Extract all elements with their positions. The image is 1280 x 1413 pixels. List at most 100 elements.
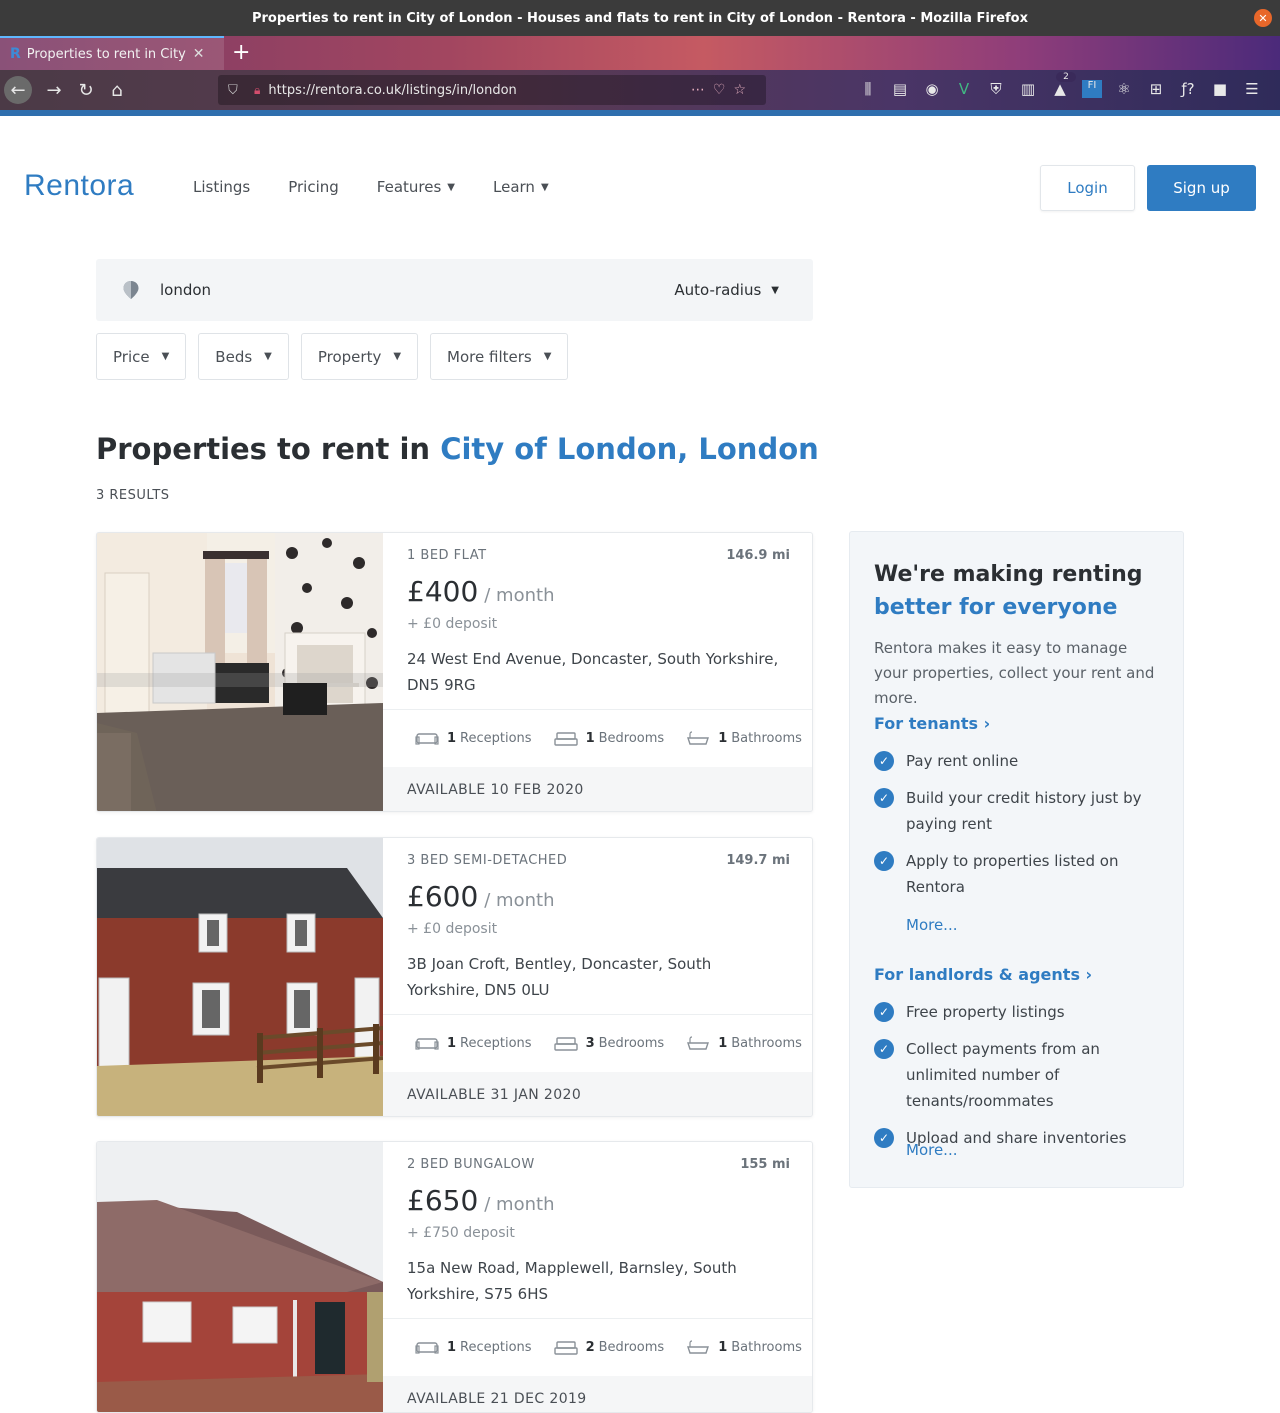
sidebar-icon[interactable]: ▤	[890, 80, 910, 98]
rentora-favicon-icon: R	[10, 46, 21, 62]
bathrooms: 1 Bathrooms	[686, 1339, 802, 1356]
distance: 155 mi	[740, 1157, 790, 1172]
address: 24 West End Avenue, Doncaster, South Yor…	[407, 650, 779, 694]
tab-close-icon[interactable]: ✕	[193, 46, 205, 62]
page-actions[interactable]: ⋯♡☆	[691, 82, 754, 98]
price-amount: £600	[407, 880, 479, 913]
availability-date: AVAILABLE 10 FEB 2020	[383, 767, 812, 811]
tenants-more-link[interactable]: More...	[906, 916, 958, 934]
bathrooms-label: Bathrooms	[731, 1036, 802, 1051]
address-bar[interactable]: ⛉ 🔒︎ https://rentora.co.uk/listings/in/l…	[218, 75, 766, 105]
property-type: 2 BED BUNGALOW	[407, 1157, 535, 1172]
location-pin-icon	[123, 281, 139, 299]
listing-info: 1 BED FLAT 146.9 mi £400/ month + £0 dep…	[383, 533, 812, 811]
check-icon: ✓	[874, 751, 894, 771]
signup-button[interactable]: Sign up	[1147, 165, 1256, 211]
listing-photo-bungalow[interactable]	[97, 1142, 383, 1412]
nav-listings-label: Listings	[193, 178, 251, 196]
listing-photo-living-room[interactable]	[97, 533, 383, 811]
beds-filter-label: Beds	[215, 347, 253, 366]
bathrooms: 1 Bathrooms	[686, 730, 802, 747]
listing-card[interactable]: 3 BED SEMI-DETACHED 149.7 mi £600/ month…	[96, 837, 813, 1117]
bed-icon	[553, 731, 578, 746]
listing-photo-semi-detached[interactable]	[97, 838, 383, 1116]
listing-info: 2 BED BUNGALOW 155 mi £650/ month + £750…	[383, 1142, 812, 1412]
account-icon[interactable]: ◉	[922, 80, 942, 98]
location-search[interactable]: london Auto-radius ▼	[96, 259, 813, 321]
tenant-benefits: ✓ Pay rent online ✓ Build your credit hist…	[874, 748, 1164, 911]
vue-devtools-icon[interactable]: V	[954, 80, 974, 98]
forward-button[interactable]: →	[40, 76, 68, 104]
window-close-button[interactable]: ✕	[1254, 9, 1272, 27]
benefit-text: Free property listings	[906, 1003, 1065, 1021]
bedrooms-label: Bedrooms	[598, 1340, 665, 1355]
tabs-icon[interactable]: ▥	[1018, 80, 1038, 98]
browser-tab[interactable]: R Properties to rent in City of London ✕	[0, 36, 224, 70]
sofa-icon	[415, 732, 439, 745]
tab-strip: R Properties to rent in City of London ✕…	[0, 36, 1280, 70]
receptions-count: 1	[447, 1036, 457, 1051]
receptions-count: 1	[447, 731, 457, 746]
landlords-more-link[interactable]: More...	[906, 1141, 958, 1159]
bedrooms: 1 Bedrooms	[553, 731, 665, 747]
url-text[interactable]: https://rentora.co.uk/listings/in/london	[268, 83, 516, 98]
receptions-label: Receptions	[460, 731, 532, 746]
react-devtools-icon[interactable]: ⚛	[1114, 80, 1134, 98]
square-extension-icon[interactable]: ■	[1210, 80, 1230, 98]
rent-price: £600/ month	[407, 880, 554, 913]
nav-pricing[interactable]: Pricing	[288, 178, 339, 196]
lock-icon[interactable]: 🔒︎	[254, 83, 260, 98]
receptions-label: Receptions	[460, 1036, 532, 1051]
list-item: ✓ Apply to properties listed on Rentora	[874, 848, 1164, 900]
property-filter[interactable]: Property ▼	[300, 333, 419, 380]
reload-button[interactable]: ↻	[72, 76, 100, 104]
grid-extension-icon[interactable]: ⊞	[1146, 80, 1166, 98]
page-title-prefix: Properties to rent in	[96, 432, 441, 466]
rentora-logo[interactable]: Rentora	[24, 169, 134, 203]
sidebar-intro: Rentora makes it easy to manage your pro…	[874, 639, 1155, 707]
listing-card[interactable]: 2 BED BUNGALOW 155 mi £650/ month + £750…	[96, 1141, 813, 1413]
fi-extension-icon[interactable]: FI	[1082, 80, 1102, 98]
bedrooms-label: Bedrooms	[598, 731, 665, 746]
bathtub-icon	[687, 730, 710, 745]
benefit-text: Pay rent online	[906, 752, 1019, 770]
beds-filter[interactable]: Beds ▼	[198, 333, 289, 380]
home-button[interactable]: ⌂	[103, 76, 131, 104]
distance: 146.9 mi	[726, 548, 790, 563]
search-input[interactable]: london	[160, 281, 211, 299]
chevron-right-icon: ›	[1085, 965, 1093, 984]
back-button[interactable]: ←	[4, 76, 32, 104]
for-landlords-link[interactable]: For landlords & agents ›	[874, 965, 1092, 984]
nav-listings[interactable]: Listings	[193, 178, 250, 196]
privacy-badger-icon[interactable]: ⛨	[986, 80, 1006, 98]
login-button[interactable]: Login	[1040, 165, 1135, 211]
deposit: + £750 deposit	[407, 1225, 515, 1241]
tracking-shield-icon[interactable]: ⛉	[228, 83, 242, 98]
sidebar-title-line2: better for everyone	[874, 595, 1118, 620]
sofa-icon	[415, 1037, 439, 1050]
menu-icon[interactable]: ☰	[1242, 80, 1262, 98]
more-filters[interactable]: More filters ▼	[430, 333, 569, 380]
price-filter[interactable]: Price ▼	[96, 333, 187, 380]
page-title-place: City of London, London	[440, 432, 819, 466]
nav-features[interactable]: Features ▼	[377, 178, 455, 196]
for-landlords-label: For landlords & agents	[874, 965, 1080, 984]
bathtub-icon	[687, 1035, 710, 1050]
notification-icon[interactable]: ▲ 2	[1050, 72, 1076, 98]
main-nav: Listings Pricing Features ▼ Learn ▼	[193, 178, 587, 196]
nav-learn[interactable]: Learn ▼	[493, 178, 549, 196]
formula-extension-icon[interactable]: ƒ?	[1178, 80, 1198, 98]
library-icon[interactable]: ⫼	[858, 80, 878, 98]
bedrooms-count: 1	[585, 731, 595, 746]
price-period: / month	[484, 1194, 555, 1215]
chevron-down-icon: ▼	[161, 351, 170, 362]
list-item: ✓ Build your credit history just by payin…	[874, 785, 1164, 837]
for-tenants-link[interactable]: For tenants ›	[874, 714, 990, 733]
listing-card[interactable]: 1 BED FLAT 146.9 mi £400/ month + £0 dep…	[96, 532, 813, 812]
sidebar-title-line1: We're making renting	[874, 562, 1143, 587]
page-title: Properties to rent in City of London, Lo…	[96, 432, 819, 466]
new-tab-button[interactable]: +	[232, 40, 250, 65]
window-titlebar: Properties to rent in City of London - H…	[0, 0, 1280, 36]
radius-select[interactable]: Auto-radius ▼	[674, 281, 779, 299]
results-count: 3 RESULTS	[96, 488, 170, 503]
